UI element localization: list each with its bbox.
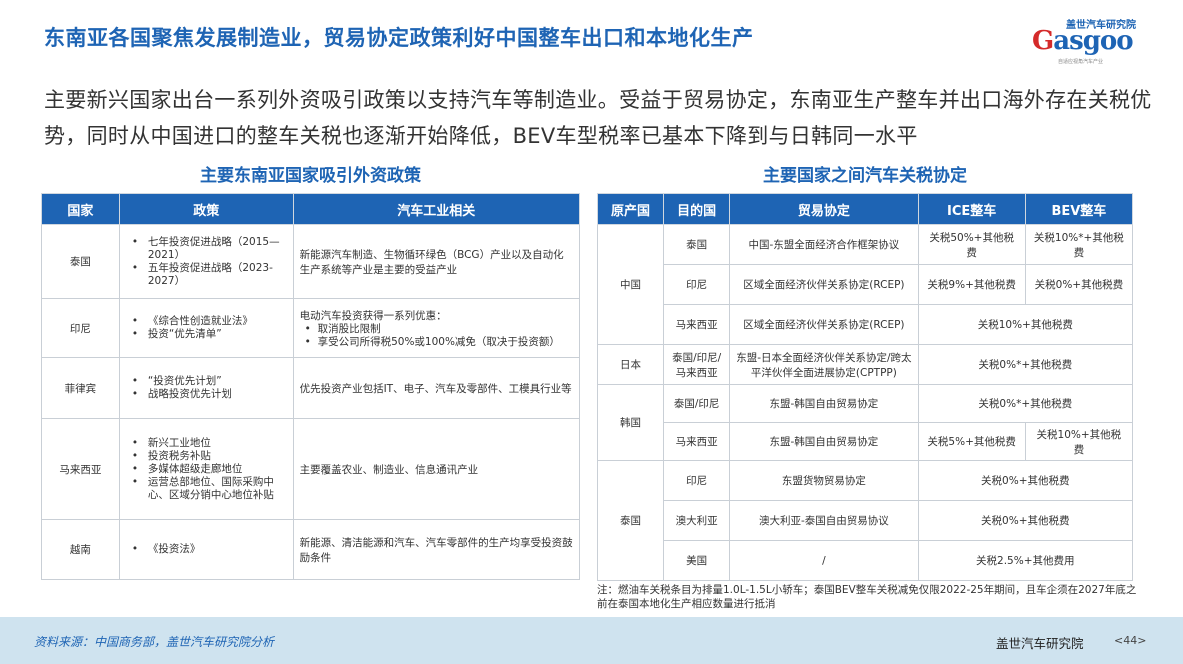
auto-cell: 优先投资产业包括IT、电子、汽车及零部件、工模具行业等 (292, 357, 581, 419)
bev-cell: 关税10%+其他税费 (1024, 422, 1134, 461)
page-title: 东南亚各国聚焦发展制造业，贸易协定政策利好中国整车出口和本地化生产 (44, 26, 754, 50)
source-text: 资料来源：中国商务部，盖世汽车研究院分析 (34, 635, 275, 649)
table-row: 马来西亚 区域全面经济伙伴关系协定(RCEP) 关税10%+其他税费 (598, 304, 1134, 345)
intro-paragraph: 主要新兴国家出台一系列外资吸引政策以支持汽车等制造业。受益于贸易协定，东南亚生产… (44, 88, 1152, 148)
logo-main-text: Gasgoo (1032, 26, 1134, 56)
country-cell: 马来西亚 (41, 418, 120, 520)
header-bev: BEV整车 (1024, 193, 1134, 225)
country-cell: 越南 (41, 519, 120, 580)
agreement-cell: 东盟-韩国自由贸易协定 (729, 422, 919, 461)
policy-cell: 《综合性创造就业法》 投资“优先清单” (118, 298, 294, 358)
country-cell: 菲律宾 (41, 357, 120, 419)
logo-sub-text: 自适应视角汽车产业 (1058, 59, 1104, 65)
dest-cell: 马来西亚 (663, 422, 731, 461)
policy-item: 《综合性创造就业法》 (132, 315, 287, 328)
tariff-cell: 关税0%*+其他税费 (917, 384, 1134, 423)
header-ice: ICE整车 (917, 193, 1026, 225)
table-row: 菲律宾 “投资优先计划” 战略投资优先计划 优先投资产业包括IT、电子、汽车及零… (41, 357, 581, 419)
policy-item: “投资优先计划” (132, 375, 287, 388)
header-country: 国家 (41, 193, 120, 225)
dest-cell: 泰国 (663, 224, 731, 265)
country-cell: 印尼 (41, 298, 120, 358)
gasgoo-logo: 盖世汽车研究院 Gasgoo 自适应视角汽车产业 (1028, 14, 1148, 70)
dest-cell: 印尼 (663, 460, 731, 501)
footnote: 注：燃油车关税条目为排量1.0L-1.5L小轿车；泰国BEV整车关税减免仅限20… (597, 584, 1137, 610)
tariff-cell: 关税0%*+其他税费 (917, 344, 1134, 385)
policy-item: 七年投资促进战略（2015—2021） (132, 236, 287, 262)
table-row: 韩国 泰国/印尼 东盟-韩国自由贸易协定 关税0%*+其他税费 (596, 384, 1134, 461)
dest-cell: 泰国/印尼/马来西亚 (663, 344, 731, 385)
tariff-agreement-table: 原产国 目的国 贸易协定 ICE整车 BEV整车 中国 泰国 中国-东盟全面经济… (596, 193, 1134, 581)
policy-item: 运营总部地位、国际采购中心、区域分销中心地位补贴 (132, 476, 287, 502)
tariff-cell: 关税0%+其他税费 (917, 460, 1134, 501)
dest-cell: 印尼 (663, 264, 731, 305)
right-table-heading: 主要国家之间汽车关税协定 (763, 166, 967, 186)
auto-cell: 电动汽车投资获得一系列优惠： 取消股比限制 享受公司所得税50%或100%减免（… (292, 298, 581, 358)
ice-cell: 关税50%+其他税费 (917, 224, 1026, 265)
header-origin: 原产国 (596, 193, 665, 225)
policy-cell: 《投资法》 (118, 519, 294, 580)
policy-cell: 七年投资促进战略（2015—2021） 五年投资促进战略（2023-2027） (118, 224, 294, 299)
auto-cell: 主要覆盖农业、制造业、信息通讯产业 (292, 418, 581, 520)
footer-brand: 盖世汽车研究院 (996, 636, 1084, 651)
dest-cell: 马来西亚 (663, 304, 731, 345)
bev-cell: 关税0%+其他税费 (1024, 264, 1134, 305)
origin-cell: 中国 (596, 224, 665, 345)
policy-cell: “投资优先计划” 战略投资优先计划 (118, 357, 294, 419)
dest-cell: 泰国/印尼 (663, 384, 731, 423)
agreement-cell: 东盟-韩国自由贸易协定 (729, 384, 919, 423)
dest-cell: 澳大利亚 (663, 500, 731, 541)
agreement-cell: 东盟货物贸易协定 (729, 460, 919, 501)
agreement-cell: / (729, 540, 919, 581)
policy-item: 五年投资促进战略（2023-2027） (132, 262, 287, 288)
auto-cell: 新能源汽车制造、生物循环绿色（BCG）产业以及自动化生产系统等产业是主要的受益产… (292, 224, 581, 299)
table-row: 中国 泰国 中国-东盟全面经济合作框架协议 关税50%+其他税费 关税10%*+… (596, 224, 1134, 345)
policy-item: 投资税务补贴 (132, 450, 287, 463)
ice-cell: 关税9%+其他税费 (917, 264, 1026, 305)
agreement-cell: 中国-东盟全面经济合作框架协议 (729, 224, 919, 265)
table-row: 泰国 印尼 东盟货物贸易协定 关税0%+其他税费 (596, 460, 1134, 581)
policy-item: 投资“优先清单” (132, 328, 287, 341)
table-row: 马来西亚 新兴工业地位 投资税务补贴 多媒体超级走廊地位 运营总部地位、国际采购… (41, 418, 581, 520)
policy-item: 新兴工业地位 (132, 437, 287, 450)
investment-policy-table: 国家 政策 汽车工业相关 泰国 七年投资促进战略（2015—2021） 五年投资… (41, 193, 581, 580)
auto-item: 享受公司所得税50%或100%减免（取决于投资额） (305, 336, 573, 349)
origin-cell: 韩国 (596, 384, 665, 461)
country-cell: 泰国 (41, 224, 120, 299)
agreement-cell: 澳大利亚-泰国自由贸易协议 (729, 500, 919, 541)
table-row: 印尼 《综合性创造就业法》 投资“优先清单” 电动汽车投资获得一系列优惠： 取消… (41, 298, 581, 358)
table-row: 泰国 七年投资促进战略（2015—2021） 五年投资促进战略（2023-202… (41, 224, 581, 299)
table-row: 美国 / 关税2.5%+其他费用 (598, 540, 1134, 581)
agreement-cell: 区域全面经济伙伴关系协定(RCEP) (729, 304, 919, 345)
header-policy: 政策 (118, 193, 294, 225)
auto-item: 取消股比限制 (305, 323, 573, 336)
bev-cell: 关税10%*+其他税费 (1024, 224, 1134, 265)
policy-cell: 新兴工业地位 投资税务补贴 多媒体超级走廊地位 运营总部地位、国际采购中心、区域… (118, 418, 294, 520)
table-row: 越南 《投资法》 新能源、清洁能源和汽车、汽车零部件的生产均享受投资鼓励条件 (41, 519, 581, 580)
header-dest: 目的国 (663, 193, 731, 225)
policy-item: 多媒体超级走廊地位 (132, 463, 287, 476)
tariff-cell: 关税0%+其他税费 (917, 500, 1134, 541)
page-number: <44> (1114, 634, 1147, 647)
agreement-cell: 区域全面经济伙伴关系协定(RCEP) (729, 264, 919, 305)
header-auto: 汽车工业相关 (292, 193, 581, 225)
auto-cell: 新能源、清洁能源和汽车、汽车零部件的生产均享受投资鼓励条件 (292, 519, 581, 580)
tariff-cell: 关税2.5%+其他费用 (917, 540, 1134, 581)
table-row: 马来西亚 东盟-韩国自由贸易协定 关税5%+其他税费 关税10%+其他税费 (598, 422, 1134, 461)
dest-cell: 美国 (663, 540, 731, 581)
agreement-cell: 东盟-日本全面经济伙伴关系协定/跨太平洋伙伴全面进展协定(CPTPP) (729, 344, 919, 385)
origin-cell: 日本 (596, 344, 665, 385)
ice-cell: 关税5%+其他税费 (917, 422, 1026, 461)
origin-cell: 泰国 (596, 460, 665, 581)
header-agreement: 贸易协定 (729, 193, 919, 225)
table-row: 澳大利亚 澳大利亚-泰国自由贸易协议 关税0%+其他税费 (598, 500, 1134, 541)
tariff-cell: 关税10%+其他税费 (917, 304, 1134, 345)
left-table-heading: 主要东南亚国家吸引外资政策 (200, 166, 421, 186)
table-row: 日本 泰国/印尼/马来西亚 东盟-日本全面经济伙伴关系协定/跨太平洋伙伴全面进展… (596, 344, 1134, 385)
auto-intro: 电动汽车投资获得一系列优惠： (299, 309, 447, 322)
table-row: 印尼 区域全面经济伙伴关系协定(RCEP) 关税9%+其他税费 关税0%+其他税… (598, 264, 1134, 305)
footer-bar: 资料来源：中国商务部，盖世汽车研究院分析 盖世汽车研究院 <44> (0, 617, 1183, 664)
policy-item: 战略投资优先计划 (132, 388, 287, 401)
policy-item: 《投资法》 (132, 543, 287, 556)
